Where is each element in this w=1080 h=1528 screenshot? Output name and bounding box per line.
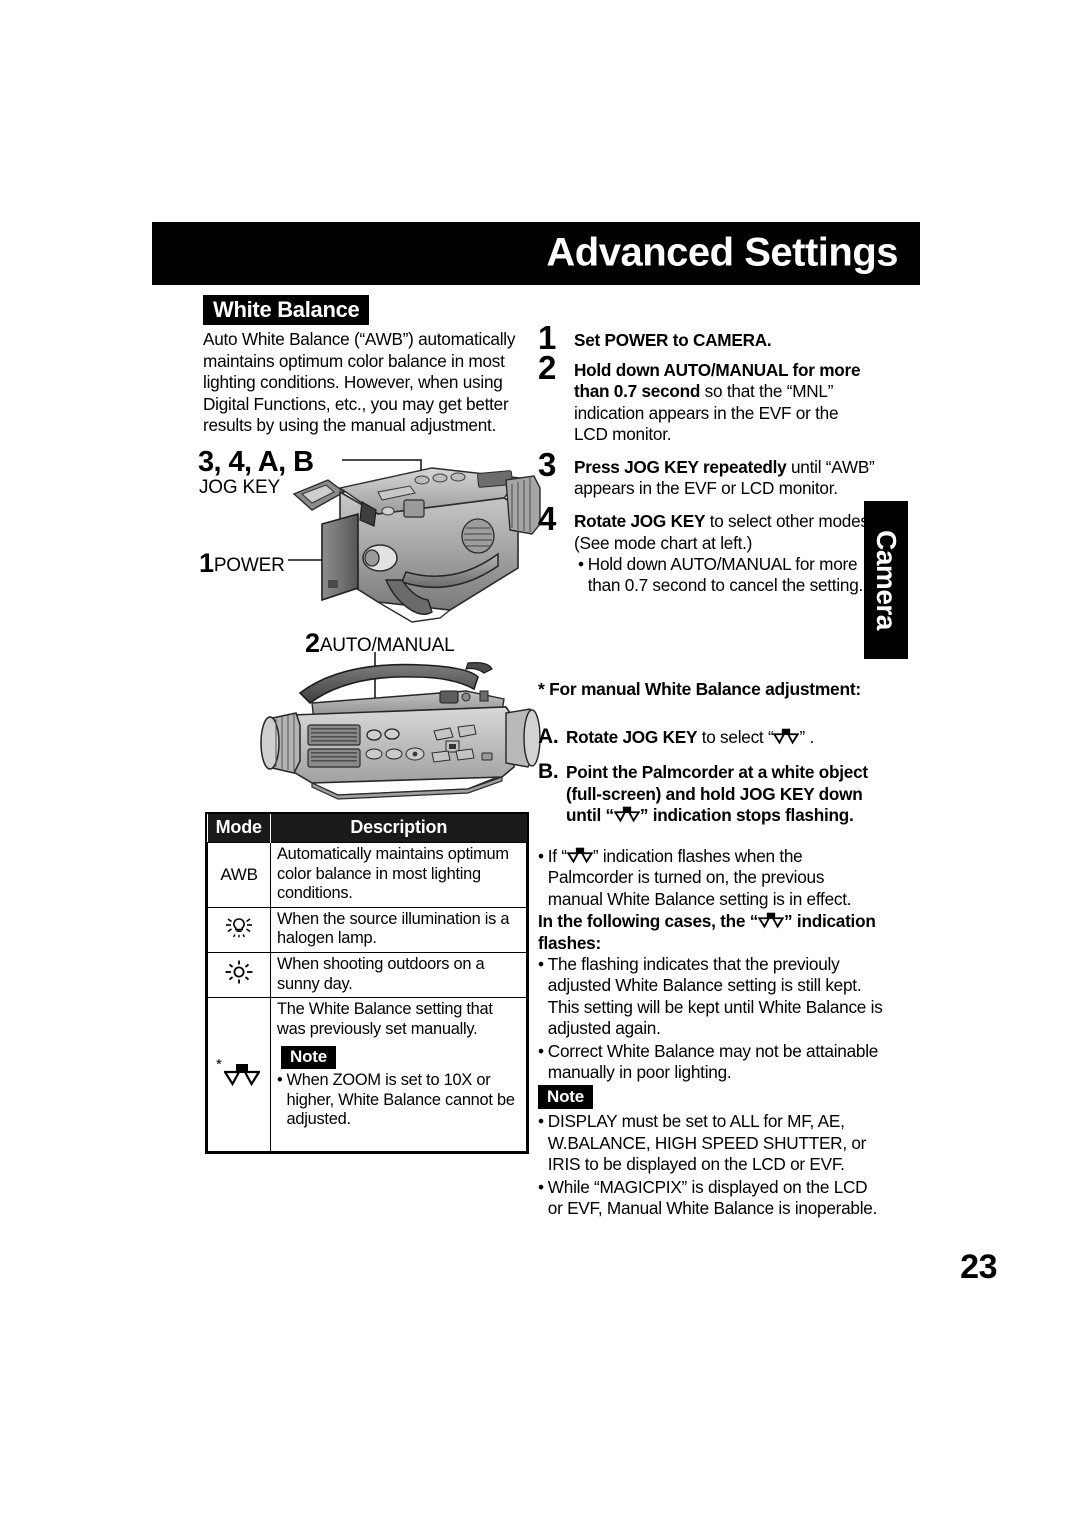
manual-step-a-post: ” . [799, 727, 814, 747]
table-note-chip: Note [281, 1046, 336, 1069]
manual-step-a-pre: to select “ [697, 727, 774, 747]
manual-white-balance-icon [566, 847, 593, 864]
section-title-chip: White Balance [203, 295, 370, 326]
manual-white-balance-icon [758, 912, 785, 929]
step-1-bold: Set POWER to CAMERA. [574, 330, 772, 350]
manual-step-a-bold: Rotate JOG KEY [566, 727, 698, 747]
step-4: 4 Rotate JOG KEY to select other modes. … [538, 502, 876, 596]
step-4-bullet-text: Hold down AUTO/MANUAL for more than 0.7 … [587, 553, 864, 596]
manual-white-balance-icon [613, 806, 640, 823]
side-tab-label: Camera [871, 530, 902, 630]
flash-bullet-1: • If “” indication flashes when the Palm… [538, 846, 883, 910]
bottom-note-block: Note • DISPLAY must be set to ALL for MF… [538, 1085, 886, 1220]
flash-bullet-1-post: ” indication flashes when the Palmcorder… [547, 846, 852, 909]
flash-cases-heading-pre: In the following cases, the “ [538, 911, 759, 932]
step-3: 3 Press JOG KEY repeatedly until “AWB” a… [538, 448, 876, 499]
page-header-bar: Advanced Settings [152, 222, 920, 285]
camcorder-illustration-rear [292, 467, 541, 623]
manual-step-b-letter: B. [538, 760, 559, 784]
step-4-bullet: • Hold down AUTO/MANUAL for more than 0.… [574, 554, 876, 596]
step-4-number: 4 [538, 500, 557, 538]
bottom-note-bullet-2-text: While “MAGICPIX” is displayed on the LCD… [547, 1176, 878, 1219]
manual-white-balance-icon [773, 728, 800, 745]
table-row: * The White Balance setting that was pre… [207, 997, 527, 1152]
flash-bullet-2: • The flashing indicates that the previo… [538, 954, 883, 1040]
sun-icon [225, 960, 253, 984]
white-balance-mode-table: Mode Description AWB Automatically maint… [205, 812, 529, 1154]
flashing-indication-notes: • If “” indication flashes when the Palm… [538, 846, 883, 1084]
bullet-dot: • [538, 1040, 544, 1061]
page-title: Advanced Settings [546, 230, 898, 275]
manual-step-b: B. Point the Palmcorder at a white objec… [538, 760, 883, 826]
mode-cell-manual-wb: * [207, 997, 271, 1152]
manual-step-b-bold-post: ” indication stops flashing. [639, 805, 854, 826]
step-3-bold: Press JOG KEY repeatedly [574, 457, 787, 478]
camcorder-illustration-side [260, 662, 541, 800]
callout-power: 1POWER [199, 548, 285, 579]
bullet-dot: • [538, 954, 544, 975]
description-cell-awb: Automatically maintains optimum color ba… [270, 842, 527, 908]
bottom-note-bullet-2: • While “MAGICPIX” is displayed on the L… [538, 1177, 886, 1220]
flash-bullet-3-text: Correct White Balance may not be attaina… [547, 1040, 879, 1083]
flash-bullet-1-text: If “” indication flashes when the Palmco… [548, 846, 883, 910]
step-3-number: 3 [538, 446, 557, 484]
column-header-description: Description [270, 814, 527, 843]
step-2: 2 Hold down AUTO/MANUAL for more than 0.… [538, 351, 876, 445]
leader-line-jog [342, 459, 422, 461]
intro-paragraph: Auto White Balance (“AWB”) automatically… [203, 329, 516, 436]
table-row: When shooting outdoors on a sunny day. [207, 951, 527, 999]
bullet-dot: • [538, 1176, 544, 1197]
halogen-lamp-icon [226, 918, 252, 938]
bullet-dot: • [538, 846, 544, 866]
manual-step-a-letter: A. [538, 725, 559, 748]
manual-description-text: When shooting outdoors on a sunny day. [277, 954, 485, 993]
step-2-number: 2 [538, 349, 557, 387]
manual-wb-description-text: The White Balance setting that was previ… [277, 1000, 493, 1038]
mode-cell-awb: AWB [207, 842, 271, 908]
page-number: 23 [960, 1248, 997, 1286]
mode-cell-sunny [207, 951, 271, 999]
description-cell-manual: When shooting outdoors on a sunny day. [270, 951, 527, 999]
manual-white-balance-icon [224, 1064, 260, 1087]
callout-jog-key-label: JOG KEY [199, 477, 280, 498]
flash-bullet-1-pre: If “ [547, 846, 567, 866]
flash-cases-heading: In the following cases, the “” indicatio… [538, 911, 883, 954]
bullet-dot: • [277, 1070, 283, 1089]
description-cell-manual-wb: The White Balance setting that was previ… [270, 997, 527, 1152]
step-1: 1 Set POWER to CAMERA. [538, 321, 876, 354]
manual-step-a: A. Rotate JOG KEY to select “ ” . [538, 725, 883, 748]
asterisk-marker: * [216, 1056, 222, 1074]
description-cell-halogen: When the source illumination is a haloge… [270, 906, 527, 953]
callout-power-number: 1 [199, 548, 214, 578]
step-4-bold: Rotate JOG KEY [574, 511, 706, 532]
mode-cell-halogen [207, 906, 271, 953]
table-note-text: When ZOOM is set to 10X or higher, White… [286, 1070, 515, 1129]
steps-column: 1 Set POWER to CAMERA. 2 Hold down AUTO/… [538, 321, 876, 605]
bottom-note-bullet-1: • DISPLAY must be set to ALL for MF, AE,… [538, 1111, 886, 1175]
bottom-note-bullet-1-text: DISPLAY must be set to ALL for MF, AE, W… [547, 1111, 867, 1175]
column-header-mode: Mode [207, 814, 271, 843]
side-tab-camera: Camera [864, 501, 908, 659]
bullet-dot: • [538, 1111, 544, 1132]
bullet-dot: • [578, 553, 584, 574]
table-header-row: Mode Description [207, 814, 527, 843]
bottom-note-chip: Note [538, 1085, 593, 1110]
manual-adjustment-steps: A. Rotate JOG KEY to select “ ” . B. Poin… [538, 725, 883, 841]
table-note-bullet: • When ZOOM is set to 10X or higher, Whi… [277, 1071, 522, 1130]
manual-adjustment-heading: * For manual White Balance adjustment: [538, 679, 861, 699]
flash-bullet-2-text: The flashing indicates that the previoul… [547, 954, 883, 1039]
callout-power-label: POWER [213, 555, 285, 576]
table-row: When the source illumination is a haloge… [207, 906, 527, 953]
table-row: AWB Automatically maintains optimum colo… [207, 842, 527, 908]
manual-page: Advanced Settings White Balance Auto Whi… [0, 0, 1080, 1528]
flash-bullet-3: • Correct White Balance may not be attai… [538, 1041, 883, 1084]
